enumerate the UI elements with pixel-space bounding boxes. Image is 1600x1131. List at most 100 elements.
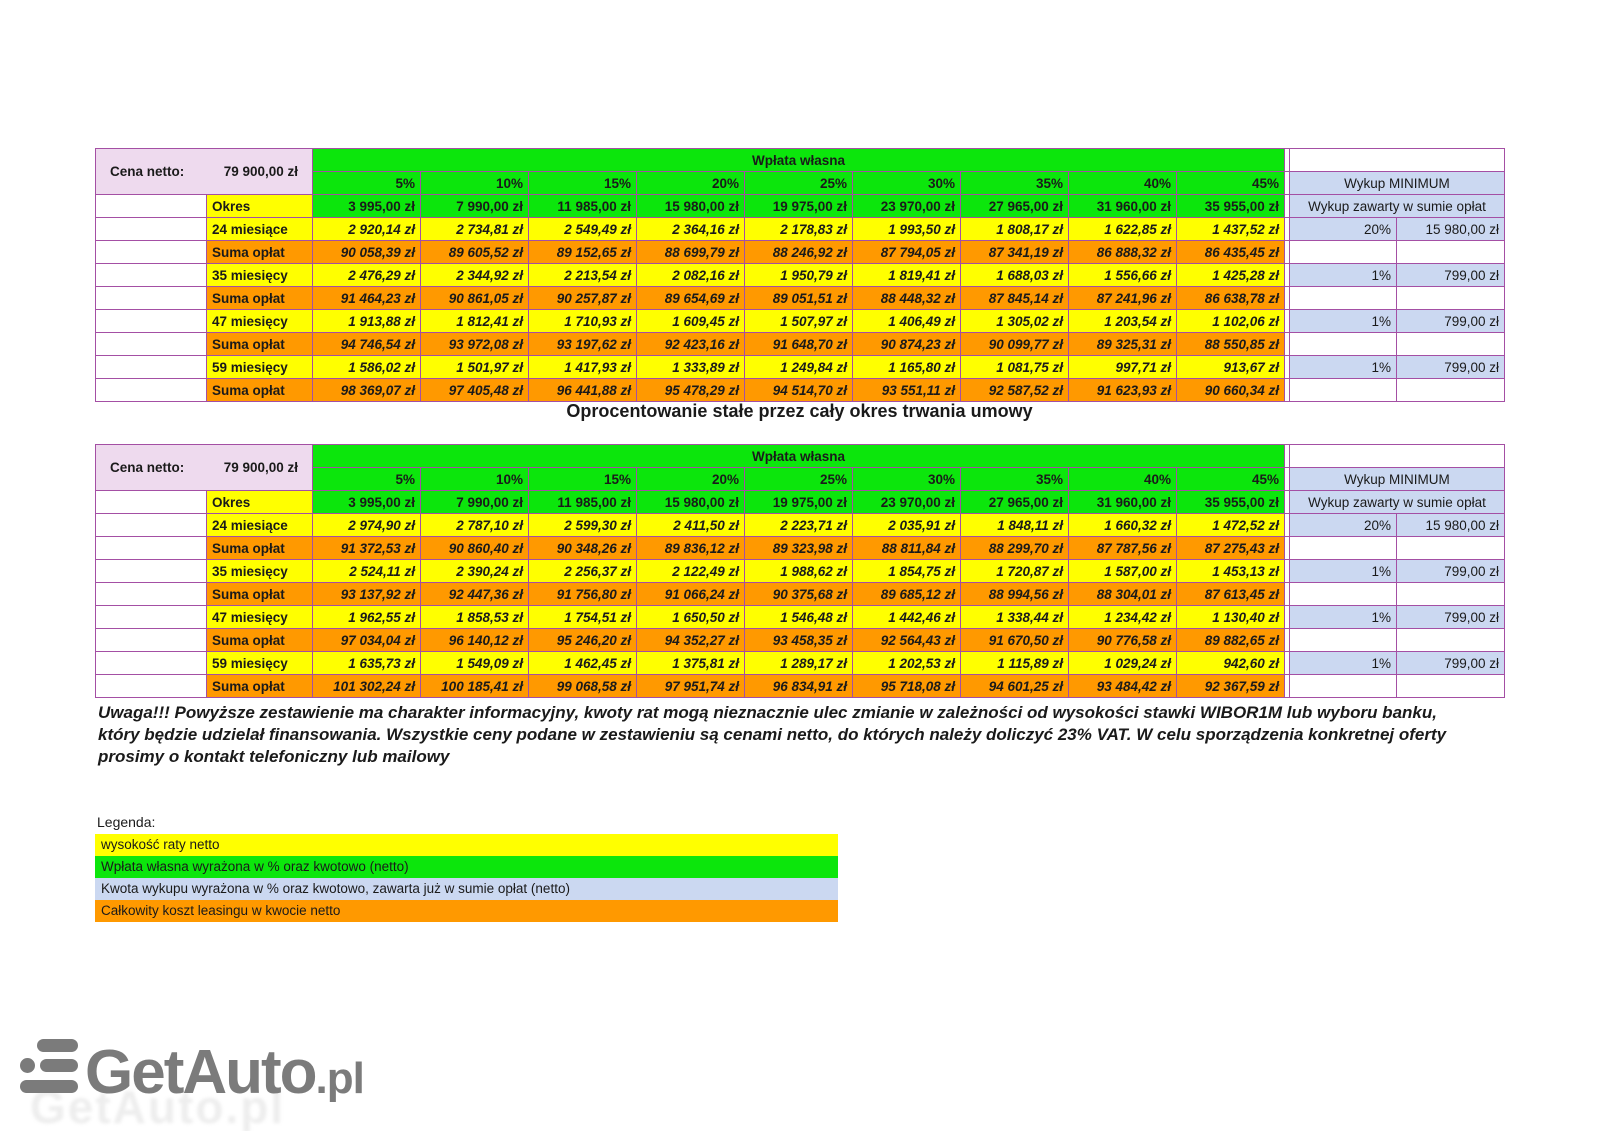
rata-value-cell: 1 375,81 zł [637,652,745,675]
wykup-percent-cell: 1% [1290,264,1397,287]
rata-value-cell: 1 549,09 zł [421,652,529,675]
okres-label: Okres [207,491,313,514]
rata-value-cell: 1 081,75 zł [961,356,1069,379]
suma-value-cell: 88 246,92 zł [745,241,853,264]
suma-value-cell: 89 323,98 zł [745,537,853,560]
wykup-empty-cell [1397,379,1505,402]
rata-value-cell: 1 102,06 zł [1177,310,1285,333]
rata-value-cell: 1 854,75 zł [853,560,961,583]
percent-header: 35% [961,468,1069,491]
suma-value-cell: 93 551,11 zł [853,379,961,402]
suma-value-cell: 95 246,20 zł [529,629,637,652]
suma-value-cell: 87 341,19 zł [961,241,1069,264]
leasing-table-1: Cena netto:79 900,00 złWpłata własna5%10… [95,148,1505,402]
rata-value-cell: 1 501,97 zł [421,356,529,379]
percent-header: 5% [313,172,421,195]
spacer-cell [96,310,207,333]
cena-netto-label: Cena netto: [110,161,184,182]
percent-header: 40% [1069,468,1177,491]
suma-value-cell: 97 034,04 zł [313,629,421,652]
rata-value-cell: 1 472,52 zł [1177,514,1285,537]
suma-value-cell: 89 685,12 zł [853,583,961,606]
percent-header: 25% [745,172,853,195]
percent-header: 45% [1177,468,1285,491]
rata-value-cell: 1 622,85 zł [1069,218,1177,241]
suma-value-cell: 87 275,43 zł [1177,537,1285,560]
spacer-cell [96,287,207,310]
suma-value-cell: 89 605,52 zł [421,241,529,264]
percent-header: 20% [637,468,745,491]
rata-value-cell: 1 587,00 zł [1069,560,1177,583]
spacer-cell [96,264,207,287]
suma-value-cell: 88 699,79 zł [637,241,745,264]
suma-value-cell: 88 550,85 zł [1177,333,1285,356]
suma-value-cell: 88 299,70 zł [961,537,1069,560]
wplata-amount-cell: 19 975,00 zł [745,195,853,218]
rata-value-cell: 2 178,83 zł [745,218,853,241]
suma-value-cell: 96 834,91 zł [745,675,853,698]
wplata-amount-cell: 23 970,00 zł [853,195,961,218]
suma-value-cell: 90 776,58 zł [1069,629,1177,652]
rata-value-cell: 1 437,52 zł [1177,218,1285,241]
percent-header: 45% [1177,172,1285,195]
suma-value-cell: 86 435,45 zł [1177,241,1285,264]
rata-value-cell: 1 688,03 zł [961,264,1069,287]
spacer-cell [96,537,207,560]
rata-value-cell: 1 507,97 zł [745,310,853,333]
suma-value-cell: 91 372,53 zł [313,537,421,560]
suma-value-cell: 89 836,12 zł [637,537,745,560]
wplata-amount-cell: 11 985,00 zł [529,491,637,514]
suma-value-cell: 88 811,84 zł [853,537,961,560]
percent-header: 35% [961,172,1069,195]
spacer-cell [96,241,207,264]
leasing-table-1-variable-rate: Cena netto:79 900,00 złWpłata własna5%10… [95,148,1505,402]
leasing-table-2: Cena netto:79 900,00 złWpłata własna5%10… [95,444,1505,698]
suma-value-cell: 87 241,96 zł [1069,287,1177,310]
wplata-wlasna-header: Wpłata własna [313,149,1285,172]
cena-netto-label: Cena netto: [110,457,184,478]
wykup-empty-cell [1397,675,1505,698]
suma-value-cell: 93 197,62 zł [529,333,637,356]
rata-value-cell: 2 549,49 zł [529,218,637,241]
period-label: 35 miesięcy [207,560,313,583]
cena-netto-box: Cena netto: 79 900,00 zł [96,445,313,491]
wykup-percent-cell: 1% [1290,310,1397,333]
suma-value-cell: 89 051,51 zł [745,287,853,310]
period-label: 47 miesięcy [207,606,313,629]
rata-value-cell: 1 819,41 zł [853,264,961,287]
wplata-amount-cell: 19 975,00 zł [745,491,853,514]
suma-value-cell: 89 654,69 zł [637,287,745,310]
suma-value-cell: 93 458,35 zł [745,629,853,652]
wplata-amount-cell: 31 960,00 zł [1069,195,1177,218]
period-label: 59 miesięcy [207,356,313,379]
cena-netto-value: 79 900,00 zł [224,457,298,478]
fixed-rate-section-title: Oprocentowanie stałe przez cały okres tr… [95,401,1504,422]
logo-text-suffix: .pl [316,1057,364,1101]
suma-value-cell: 97 405,48 zł [421,379,529,402]
percent-header: 40% [1069,172,1177,195]
rata-value-cell: 2 974,90 zł [313,514,421,537]
rata-value-cell: 1 710,93 zł [529,310,637,333]
rata-value-cell: 1 289,17 zł [745,652,853,675]
percent-header: 20% [637,172,745,195]
suma-oplat-label: Suma opłat [207,583,313,606]
period-label: 59 miesięcy [207,652,313,675]
rata-value-cell: 1 305,02 zł [961,310,1069,333]
suma-value-cell: 92 587,52 zł [961,379,1069,402]
rata-value-cell: 1 720,87 zł [961,560,1069,583]
spacer-cell [96,514,207,537]
rata-value-cell: 1 635,73 zł [313,652,421,675]
rata-value-cell: 1 453,13 zł [1177,560,1285,583]
percent-header: 30% [853,172,961,195]
suma-value-cell: 88 304,01 zł [1069,583,1177,606]
suma-oplat-label: Suma opłat [207,537,313,560]
leasing-table-2-fixed-rate: Cena netto:79 900,00 złWpłata własna5%10… [95,444,1505,698]
rata-value-cell: 2 256,37 zł [529,560,637,583]
wplata-amount-cell: 15 980,00 zł [637,195,745,218]
percent-header: 10% [421,172,529,195]
suma-value-cell: 92 447,36 zł [421,583,529,606]
wplata-amount-cell: 27 965,00 zł [961,491,1069,514]
suma-value-cell: 90 058,39 zł [313,241,421,264]
empty-cell [1290,149,1505,172]
suma-value-cell: 89 882,65 zł [1177,629,1285,652]
